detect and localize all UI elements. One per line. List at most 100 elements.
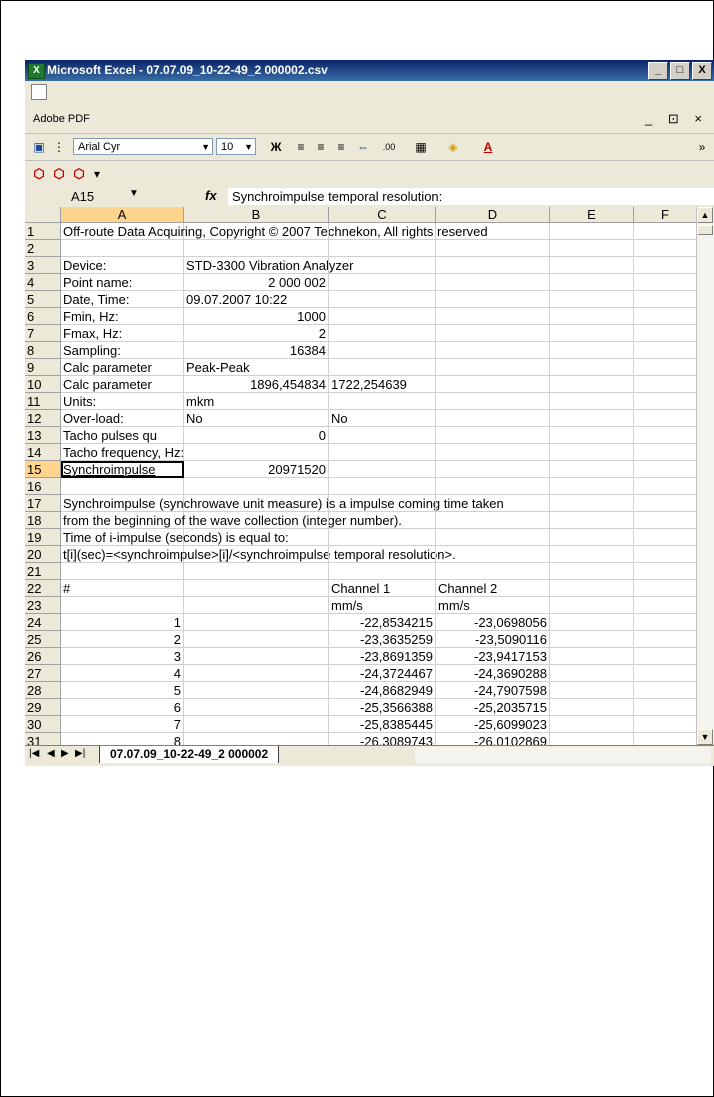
- cell-b[interactable]: mkm: [184, 393, 329, 410]
- row-header[interactable]: 13: [25, 427, 61, 444]
- cell-a[interactable]: 6: [61, 699, 184, 716]
- cell-f[interactable]: [634, 716, 697, 733]
- cell-a[interactable]: Sampling:: [61, 342, 184, 359]
- row-header[interactable]: 17: [25, 495, 61, 512]
- column-header-e[interactable]: E: [550, 207, 634, 223]
- document-window-controls[interactable]: _ ⊡ ×: [645, 111, 708, 127]
- sheet-tab-active[interactable]: 07.07.09_10-22-49_2 000002: [99, 746, 280, 764]
- cell-d[interactable]: [436, 546, 550, 563]
- cell-e[interactable]: [550, 376, 634, 393]
- cell-e[interactable]: [550, 427, 634, 444]
- row-header[interactable]: 8: [25, 342, 61, 359]
- cell-d[interactable]: [436, 563, 550, 580]
- merge-center-icon[interactable]: ⇔: [355, 139, 371, 155]
- excel-app-icon[interactable]: X: [28, 63, 45, 79]
- cell-d[interactable]: [436, 291, 550, 308]
- cell-e[interactable]: [550, 682, 634, 699]
- cell-f[interactable]: [634, 512, 697, 529]
- cell-b[interactable]: [184, 223, 329, 240]
- row-header[interactable]: 3: [25, 257, 61, 274]
- formula-input[interactable]: Synchroimpulse temporal resolution:: [228, 188, 714, 205]
- cell-e[interactable]: [550, 478, 634, 495]
- cell-f[interactable]: [634, 427, 697, 444]
- column-header-b[interactable]: B: [184, 207, 329, 223]
- cell-c[interactable]: [329, 512, 436, 529]
- row-header[interactable]: 27: [25, 665, 61, 682]
- cell-b[interactable]: [184, 240, 329, 257]
- cell-d[interactable]: [436, 410, 550, 427]
- cell-f[interactable]: [634, 240, 697, 257]
- cell-c[interactable]: -25,8385445: [329, 716, 436, 733]
- cell-f[interactable]: [634, 257, 697, 274]
- cell-e[interactable]: [550, 512, 634, 529]
- cell-e[interactable]: [550, 240, 634, 257]
- cell-a[interactable]: 1: [61, 614, 184, 631]
- align-right-icon[interactable]: ≡: [333, 139, 349, 155]
- horizontal-scrollbar[interactable]: [415, 747, 711, 763]
- cell-e[interactable]: [550, 223, 634, 240]
- cell-c[interactable]: [329, 257, 436, 274]
- cell-b[interactable]: [184, 614, 329, 631]
- cell-a[interactable]: 8: [61, 733, 184, 745]
- convert-to-pdf-icon[interactable]: ⬡: [31, 166, 47, 182]
- cell-e[interactable]: [550, 529, 634, 546]
- cell-b[interactable]: 09.07.2007 10:22: [184, 291, 329, 308]
- font-color-icon[interactable]: A: [480, 139, 496, 155]
- scroll-thumb[interactable]: [697, 225, 713, 235]
- cell-d[interactable]: [436, 342, 550, 359]
- cell-d[interactable]: mm/s: [436, 597, 550, 614]
- row-header[interactable]: 22: [25, 580, 61, 597]
- row-header[interactable]: 12: [25, 410, 61, 427]
- bold-button[interactable]: Ж: [268, 139, 284, 155]
- cell-b[interactable]: [184, 648, 329, 665]
- cell-c[interactable]: [329, 461, 436, 478]
- row-header[interactable]: 7: [25, 325, 61, 342]
- cell-b[interactable]: [184, 665, 329, 682]
- cell-f[interactable]: [634, 376, 697, 393]
- cell-c[interactable]: [329, 342, 436, 359]
- cell-b[interactable]: [184, 478, 329, 495]
- cell-e[interactable]: [550, 648, 634, 665]
- cell-c[interactable]: [329, 495, 436, 512]
- cell-c[interactable]: -23,8691359: [329, 648, 436, 665]
- cell-e[interactable]: [550, 597, 634, 614]
- cell-b[interactable]: Peak-Peak: [184, 359, 329, 376]
- cell-f[interactable]: [634, 597, 697, 614]
- row-header[interactable]: 25: [25, 631, 61, 648]
- cell-b[interactable]: [184, 733, 329, 745]
- column-header-f[interactable]: F: [634, 207, 697, 223]
- cell-b[interactable]: 1896,454834: [184, 376, 329, 393]
- cell-d[interactable]: [436, 325, 550, 342]
- row-header[interactable]: 5: [25, 291, 61, 308]
- cell-b[interactable]: 16384: [184, 342, 329, 359]
- cell-f[interactable]: [634, 461, 697, 478]
- cell-b[interactable]: [184, 563, 329, 580]
- cell-d[interactable]: -23,0698056: [436, 614, 550, 631]
- minimize-button[interactable]: _: [648, 62, 668, 80]
- cell-c[interactable]: No: [329, 410, 436, 427]
- scroll-up-icon[interactable]: ▲: [697, 207, 713, 223]
- row-header[interactable]: 26: [25, 648, 61, 665]
- column-header-c[interactable]: C: [329, 207, 436, 223]
- select-all-corner[interactable]: [25, 207, 61, 223]
- cell-f[interactable]: [634, 699, 697, 716]
- name-box[interactable]: A15: [71, 188, 159, 205]
- cell-e[interactable]: [550, 461, 634, 478]
- cell-c[interactable]: [329, 529, 436, 546]
- chevron-down-icon[interactable]: ▼: [201, 139, 210, 156]
- font-size-select[interactable]: 10 ▼: [216, 138, 256, 155]
- cell-c[interactable]: [329, 546, 436, 563]
- row-header[interactable]: 6: [25, 308, 61, 325]
- cell-d[interactable]: [436, 427, 550, 444]
- cell-d[interactable]: [436, 529, 550, 546]
- cell-a[interactable]: Tacho frequency, Hz:: [61, 444, 184, 461]
- cell-e[interactable]: [550, 563, 634, 580]
- cell-f[interactable]: [634, 274, 697, 291]
- row-header[interactable]: 14: [25, 444, 61, 461]
- cell-c[interactable]: [329, 563, 436, 580]
- cell-d[interactable]: -25,6099023: [436, 716, 550, 733]
- cell-e[interactable]: [550, 359, 634, 376]
- row-header[interactable]: 16: [25, 478, 61, 495]
- cell-e[interactable]: [550, 410, 634, 427]
- cell-b[interactable]: 0: [184, 427, 329, 444]
